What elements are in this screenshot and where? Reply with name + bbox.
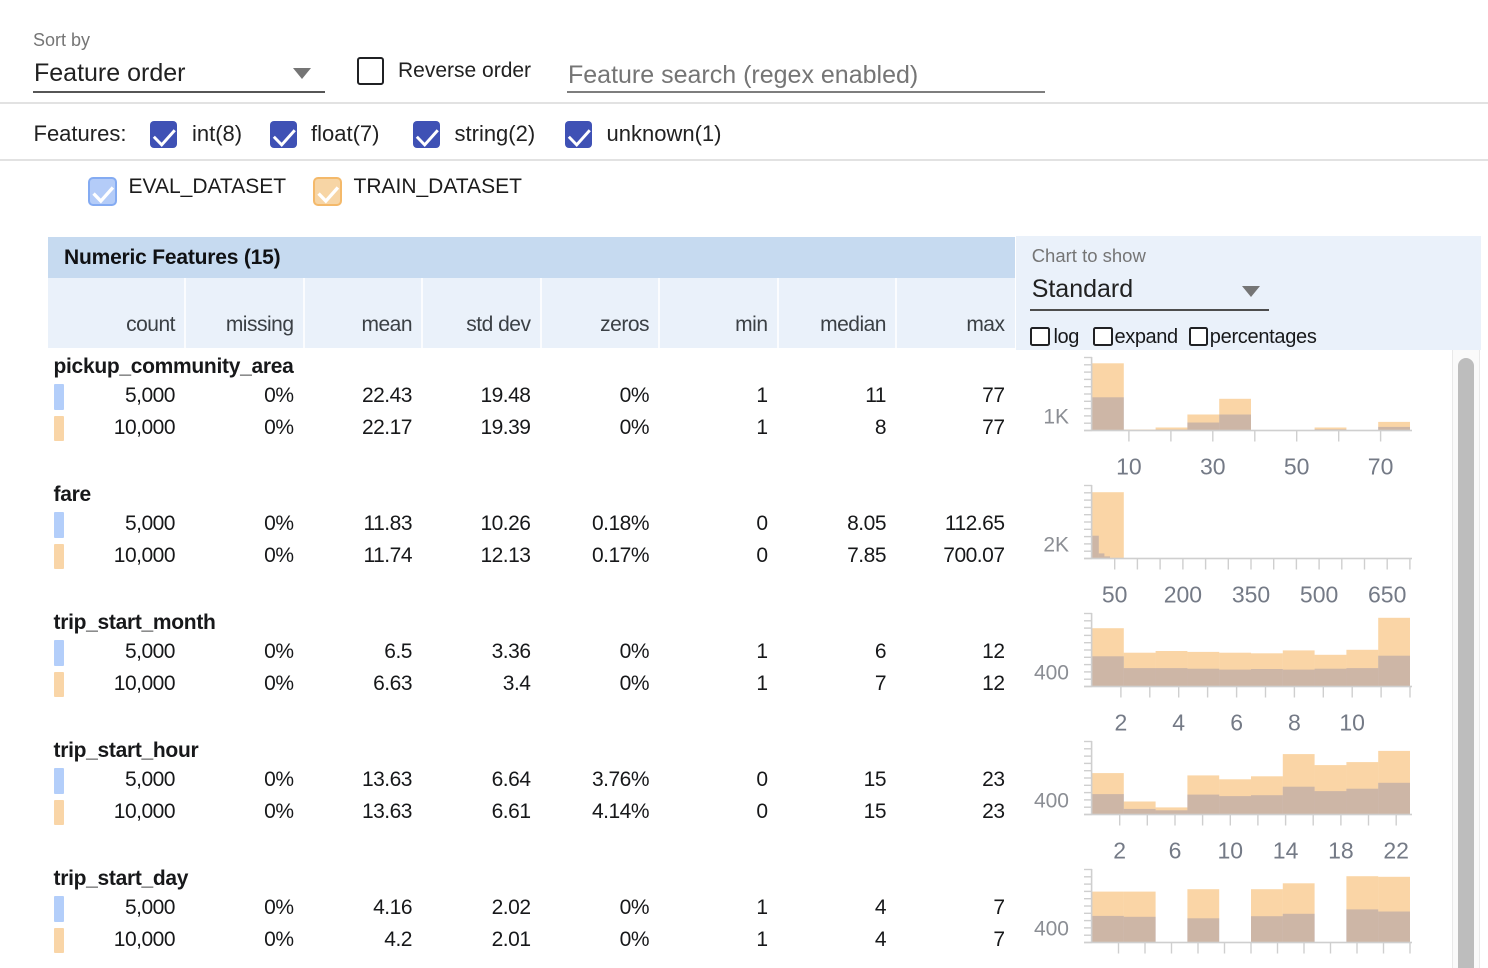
svg-text:2: 2 — [1113, 838, 1126, 864]
svg-text:50: 50 — [1102, 582, 1128, 608]
svg-text:200: 200 — [1164, 582, 1202, 608]
svg-text:400: 400 — [1034, 789, 1069, 812]
svg-text:350: 350 — [1232, 582, 1270, 608]
svg-text:400: 400 — [1034, 917, 1069, 940]
svg-text:18: 18 — [1328, 838, 1354, 864]
svg-text:500: 500 — [1300, 582, 1338, 608]
svg-text:4: 4 — [1172, 710, 1185, 736]
svg-text:400: 400 — [1034, 661, 1069, 684]
svg-text:10: 10 — [1339, 710, 1365, 736]
svg-text:6: 6 — [1230, 710, 1243, 736]
svg-text:1K: 1K — [1043, 405, 1069, 428]
svg-text:14: 14 — [1273, 838, 1299, 864]
svg-text:2K: 2K — [1043, 533, 1069, 556]
svg-text:650: 650 — [1368, 582, 1406, 608]
svg-text:22: 22 — [1383, 838, 1409, 864]
svg-text:70: 70 — [1368, 454, 1394, 480]
svg-text:30: 30 — [1200, 454, 1226, 480]
svg-text:8: 8 — [1288, 710, 1301, 736]
svg-text:6: 6 — [1169, 838, 1182, 864]
svg-text:10: 10 — [1116, 454, 1142, 480]
svg-text:50: 50 — [1284, 454, 1310, 480]
svg-text:10: 10 — [1218, 838, 1244, 864]
svg-text:2: 2 — [1115, 710, 1128, 736]
